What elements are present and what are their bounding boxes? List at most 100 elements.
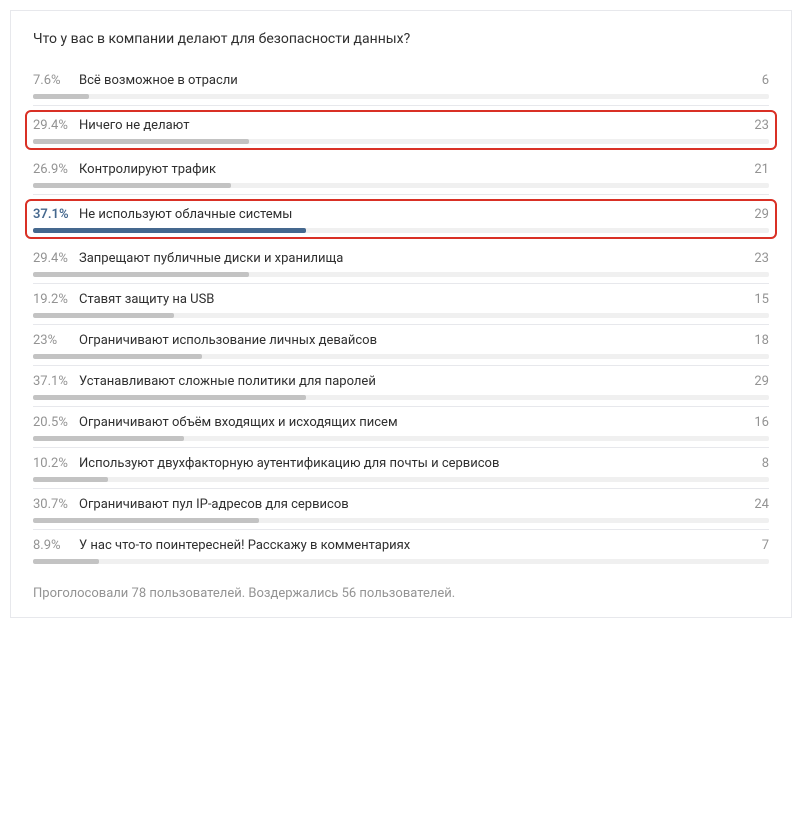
- bar-track: [33, 228, 769, 233]
- option-header: 8.9%У нас что-то поинтересней! Расскажу …: [33, 538, 769, 553]
- bar-fill: [33, 559, 99, 564]
- bar-fill: [33, 272, 249, 277]
- bar-track: [33, 518, 769, 523]
- option-percent: 23%: [33, 333, 79, 348]
- option-header: 26.9%Контролируют трафик 21: [33, 162, 769, 177]
- option-label: Ничего не делают: [79, 118, 190, 133]
- bar-fill: [33, 228, 306, 233]
- option-header: 30.7%Ограничивают пул IP-адресов для сер…: [33, 497, 769, 512]
- option-count: 8: [762, 456, 769, 471]
- option-percent: 7.6%: [33, 73, 79, 88]
- option-label: Ограничивают использование личных девайс…: [79, 333, 377, 348]
- option-header: 29.4%Запрещают публичные диски и хранили…: [33, 251, 769, 266]
- poll-option[interactable]: 37.1%Не используют облачные системы 29: [25, 199, 777, 239]
- option-label: У нас что-то поинтересней! Расскажу в ко…: [79, 538, 410, 553]
- bar-fill: [33, 94, 89, 99]
- poll-question: Что у вас в компании делают для безопасн…: [33, 31, 769, 47]
- option-percent: 37.1%: [33, 207, 79, 222]
- option-count: 15: [754, 292, 769, 307]
- bar-fill: [33, 518, 259, 523]
- option-left: 20.5%Ограничивают объём входящих и исход…: [33, 415, 398, 430]
- poll-option[interactable]: 10.2%Используют двухфакторную аутентифик…: [33, 448, 769, 489]
- option-count: 23: [754, 118, 769, 133]
- option-header: 10.2%Используют двухфакторную аутентифик…: [33, 456, 769, 471]
- option-left: 8.9%У нас что-то поинтересней! Расскажу …: [33, 538, 410, 553]
- option-left: 29.4%Ничего не делают: [33, 118, 190, 133]
- bar-track: [33, 559, 769, 564]
- option-count: 18: [754, 333, 769, 348]
- option-label: Ограничивают объём входящих и исходящих …: [79, 415, 398, 430]
- poll-options: 7.6%Всё возможное в отрасли629.4%Ничего …: [33, 65, 769, 570]
- option-header: 7.6%Всё возможное в отрасли 6: [33, 73, 769, 88]
- option-header: 37.1%Устанавливают сложные политики для …: [33, 374, 769, 389]
- bar-track: [33, 94, 769, 99]
- option-header: 37.1%Не используют облачные системы 29: [33, 207, 769, 222]
- option-percent: 26.9%: [33, 162, 79, 177]
- option-left: 30.7%Ограничивают пул IP-адресов для сер…: [33, 497, 349, 512]
- option-left: 29.4%Запрещают публичные диски и хранили…: [33, 251, 343, 266]
- option-count: 6: [762, 73, 769, 88]
- option-count: 16: [754, 415, 769, 430]
- poll-option[interactable]: 37.1%Устанавливают сложные политики для …: [33, 366, 769, 407]
- option-percent: 8.9%: [33, 538, 79, 553]
- bar-fill: [33, 395, 306, 400]
- poll-option[interactable]: 23%Ограничивают использование личных дев…: [33, 325, 769, 366]
- poll-option[interactable]: 19.2%Ставят защиту на USB 15: [33, 284, 769, 325]
- option-count: 24: [754, 497, 769, 512]
- option-percent: 29.4%: [33, 118, 79, 133]
- bar-fill: [33, 139, 249, 144]
- option-left: 7.6%Всё возможное в отрасли: [33, 73, 238, 88]
- option-header: 20.5%Ограничивают объём входящих и исход…: [33, 415, 769, 430]
- poll-option[interactable]: 26.9%Контролируют трафик 21: [33, 154, 769, 195]
- option-left: 19.2%Ставят защиту на USB: [33, 292, 214, 307]
- bar-fill: [33, 354, 202, 359]
- option-percent: 30.7%: [33, 497, 79, 512]
- option-percent: 10.2%: [33, 456, 79, 471]
- bar-fill: [33, 436, 184, 441]
- option-count: 7: [762, 538, 769, 553]
- option-left: 37.1%Устанавливают сложные политики для …: [33, 374, 376, 389]
- bar-track: [33, 436, 769, 441]
- poll-footer: Проголосовали 78 пользователей. Воздержа…: [33, 586, 769, 601]
- option-label: Всё возможное в отрасли: [79, 73, 238, 88]
- option-count: 23: [754, 251, 769, 266]
- poll-card: Что у вас в компании делают для безопасн…: [10, 10, 792, 618]
- bar-track: [33, 395, 769, 400]
- option-label: Не используют облачные системы: [79, 207, 292, 222]
- option-header: 29.4%Ничего не делают 23: [33, 118, 769, 133]
- bar-track: [33, 354, 769, 359]
- option-label: Используют двухфакторную аутентификацию …: [79, 456, 499, 471]
- bar-fill: [33, 313, 174, 318]
- option-header: 23%Ограничивают использование личных дев…: [33, 333, 769, 348]
- poll-option[interactable]: 29.4%Ничего не делают 23: [25, 110, 777, 150]
- option-label: Ставят защиту на USB: [79, 292, 214, 307]
- bar-track: [33, 139, 769, 144]
- bar-track: [33, 183, 769, 188]
- option-percent: 29.4%: [33, 251, 79, 266]
- option-percent: 37.1%: [33, 374, 79, 389]
- option-left: 37.1%Не используют облачные системы: [33, 207, 292, 222]
- poll-option[interactable]: 30.7%Ограничивают пул IP-адресов для сер…: [33, 489, 769, 530]
- option-label: Устанавливают сложные политики для парол…: [79, 374, 376, 389]
- option-left: 23%Ограничивают использование личных дев…: [33, 333, 377, 348]
- option-label: Запрещают публичные диски и хранилища: [79, 251, 343, 266]
- option-label: Ограничивают пул IP-адресов для сервисов: [79, 497, 349, 512]
- poll-option[interactable]: 8.9%У нас что-то поинтересней! Расскажу …: [33, 530, 769, 570]
- bar-track: [33, 272, 769, 277]
- option-label: Контролируют трафик: [79, 162, 216, 177]
- bar-track: [33, 313, 769, 318]
- option-percent: 20.5%: [33, 415, 79, 430]
- bar-fill: [33, 183, 231, 188]
- bar-fill: [33, 477, 108, 482]
- poll-option[interactable]: 29.4%Запрещают публичные диски и хранили…: [33, 243, 769, 284]
- option-count: 21: [754, 162, 769, 177]
- bar-track: [33, 477, 769, 482]
- option-percent: 19.2%: [33, 292, 79, 307]
- option-count: 29: [754, 374, 769, 389]
- poll-option[interactable]: 7.6%Всё возможное в отрасли 6: [33, 65, 769, 106]
- option-left: 10.2%Используют двухфакторную аутентифик…: [33, 456, 499, 471]
- option-count: 29: [754, 207, 769, 222]
- option-left: 26.9%Контролируют трафик: [33, 162, 216, 177]
- option-header: 19.2%Ставят защиту на USB 15: [33, 292, 769, 307]
- poll-option[interactable]: 20.5%Ограничивают объём входящих и исход…: [33, 407, 769, 448]
